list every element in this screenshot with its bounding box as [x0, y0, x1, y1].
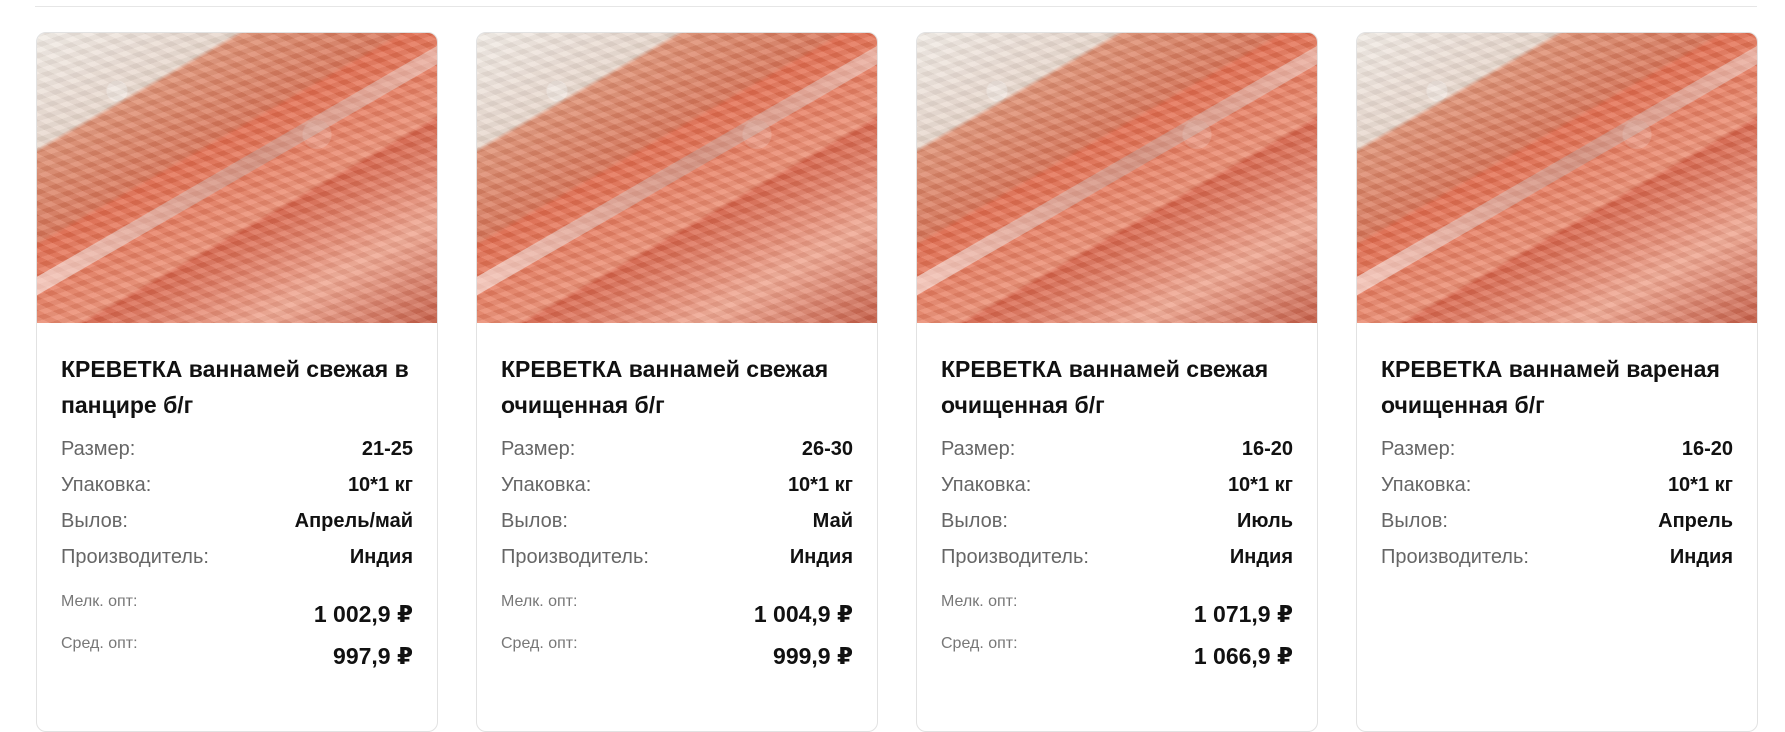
spec-label: Вылов: — [1381, 509, 1448, 532]
product-title[interactable]: КРЕВЕТКА ваннамей свежая в панцире б/г — [61, 351, 413, 423]
spec-value: Июль — [1237, 509, 1293, 532]
spec-label: Упаковка: — [1381, 473, 1472, 496]
product-image[interactable] — [1357, 33, 1757, 323]
product-image[interactable] — [37, 33, 437, 323]
spec-label: Вылов: — [61, 509, 128, 532]
spec-row-manufacturer: Производитель: Индия — [501, 539, 853, 575]
price-list: Мелк. опт: 1 071,9 ₽ Сред. опт: 1 066,9 … — [941, 591, 1293, 675]
spec-value: Индия — [1229, 545, 1293, 568]
price-value: 999,9 ₽ — [773, 643, 853, 669]
price-value: 997,9 ₽ — [333, 643, 413, 669]
price-row-small-wholesale: Мелк. опт: 1 004,9 ₽ — [501, 591, 853, 633]
spec-label: Размер: — [1381, 437, 1456, 460]
spec-label: Вылов: — [941, 509, 1008, 532]
spec-value: 21-25 — [361, 437, 413, 460]
price-value: 1 071,9 ₽ — [1193, 601, 1293, 627]
spec-value: 16-20 — [1241, 437, 1293, 460]
price-label: Сред. опт: — [941, 635, 1018, 652]
price-value: 1 066,9 ₽ — [1193, 643, 1293, 669]
spec-row-manufacturer: Производитель: Индия — [941, 539, 1293, 575]
section-divider — [35, 6, 1757, 7]
spec-value: Индия — [1669, 545, 1733, 568]
spec-row-packaging: Упаковка: 10*1 кг — [941, 467, 1293, 503]
spec-row-size: Размер: 16-20 — [941, 431, 1293, 467]
product-card-body: КРЕВЕТКА ваннамей свежая очищенная б/г Р… — [917, 323, 1317, 675]
price-list: Мелк. опт: 1 002,9 ₽ Сред. опт: 997,9 ₽ — [61, 591, 413, 675]
product-card-body: КРЕВЕТКА ваннамей свежая в панцире б/г Р… — [37, 323, 437, 675]
spec-label: Размер: — [501, 437, 576, 460]
price-row-small-wholesale: Мелк. опт: 1 002,9 ₽ — [61, 591, 413, 633]
spec-row-catch: Вылов: Июль — [941, 503, 1293, 539]
price-label: Мелк. опт: — [941, 593, 1018, 610]
spec-row-size: Размер: 16-20 — [1381, 431, 1733, 467]
product-image[interactable] — [477, 33, 877, 323]
spec-label: Размер: — [61, 437, 136, 460]
spec-label: Упаковка: — [501, 473, 592, 496]
price-value: 1 004,9 ₽ — [753, 601, 853, 627]
spec-row-manufacturer: Производитель: Индия — [61, 539, 413, 575]
spec-label: Производитель: — [501, 545, 649, 568]
product-image[interactable] — [917, 33, 1317, 323]
product-card[interactable]: КРЕВЕТКА ваннамей свежая очищенная б/г Р… — [916, 32, 1318, 732]
product-card[interactable]: КРЕВЕТКА ваннамей свежая в панцире б/г Р… — [36, 32, 438, 732]
spec-value: 10*1 кг — [347, 473, 413, 496]
product-grid: КРЕВЕТКА ваннамей свежая в панцире б/г Р… — [36, 32, 1758, 732]
spec-value: Индия — [349, 545, 413, 568]
price-label: Сред. опт: — [61, 635, 138, 652]
price-label: Сред. опт: — [501, 635, 578, 652]
product-card[interactable]: КРЕВЕТКА ваннамей вареная очищенная б/г … — [1356, 32, 1758, 732]
price-row-small-wholesale: Мелк. опт: 1 071,9 ₽ — [941, 591, 1293, 633]
price-list: Мелк. опт: 1 004,9 ₽ Сред. опт: 999,9 ₽ — [501, 591, 853, 675]
spec-row-catch: Вылов: Апрель — [1381, 503, 1733, 539]
spec-row-catch: Вылов: Май — [501, 503, 853, 539]
product-title[interactable]: КРЕВЕТКА ваннамей свежая очищенная б/г — [941, 351, 1293, 423]
spec-row-size: Размер: 26-30 — [501, 431, 853, 467]
price-value: 1 002,9 ₽ — [313, 601, 413, 627]
product-card-body: КРЕВЕТКА ваннамей вареная очищенная б/г … — [1357, 323, 1757, 575]
spec-value: 10*1 кг — [1667, 473, 1733, 496]
spec-value: Май — [812, 509, 853, 532]
spec-value: 26-30 — [801, 437, 853, 460]
spec-value: Апрель — [1658, 509, 1733, 532]
product-title[interactable]: КРЕВЕТКА ваннамей вареная очищенная б/г — [1381, 351, 1733, 423]
price-label: Мелк. опт: — [61, 593, 138, 610]
spec-label: Упаковка: — [941, 473, 1032, 496]
spec-label: Упаковка: — [61, 473, 152, 496]
product-card-body: КРЕВЕТКА ваннамей свежая очищенная б/г Р… — [477, 323, 877, 675]
spec-value: Индия — [789, 545, 853, 568]
product-card[interactable]: КРЕВЕТКА ваннамей свежая очищенная б/г Р… — [476, 32, 878, 732]
spec-row-catch: Вылов: Апрель/май — [61, 503, 413, 539]
spec-label: Производитель: — [941, 545, 1089, 568]
spec-row-manufacturer: Производитель: Индия — [1381, 539, 1733, 575]
spec-value: 10*1 кг — [1227, 473, 1293, 496]
price-label: Мелк. опт: — [501, 593, 578, 610]
product-title[interactable]: КРЕВЕТКА ваннамей свежая очищенная б/г — [501, 351, 853, 423]
spec-label: Производитель: — [61, 545, 209, 568]
spec-label: Вылов: — [501, 509, 568, 532]
spec-label: Размер: — [941, 437, 1016, 460]
spec-row-size: Размер: 21-25 — [61, 431, 413, 467]
spec-value: 16-20 — [1681, 437, 1733, 460]
spec-value: 10*1 кг — [787, 473, 853, 496]
spec-row-packaging: Упаковка: 10*1 кг — [1381, 467, 1733, 503]
spec-row-packaging: Упаковка: 10*1 кг — [501, 467, 853, 503]
spec-row-packaging: Упаковка: 10*1 кг — [61, 467, 413, 503]
spec-label: Производитель: — [1381, 545, 1529, 568]
spec-value: Апрель/май — [294, 509, 413, 532]
